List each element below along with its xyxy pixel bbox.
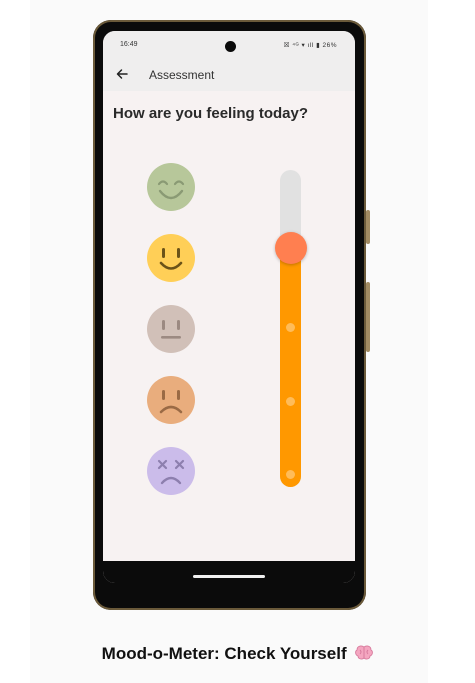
caption: Mood-o-Meter: Check Yourself [0,644,475,664]
brain-icon [355,645,374,660]
caption-text: Mood-o-Meter: Check Yourself [101,644,347,663]
status-icons: ☒ ⁴ᴳ ▾ ıll ▮ 26% [283,42,337,49]
status-bar: 16:49 ☒ ⁴ᴳ ▾ ıll ▮ 26% [103,31,355,61]
mood-slider-fill [280,240,301,487]
sad-face-icon[interactable] [147,376,195,424]
app-bar: Assessment [103,61,355,91]
status-time: 16:49 [120,41,138,48]
power-button [366,282,370,352]
question-heading: How are you feeling today? [113,105,309,122]
page-title: Assessment [149,68,215,82]
very-sad-face-icon[interactable] [147,447,195,495]
slider-step-dot [286,470,295,479]
mood-slider-track[interactable] [280,170,301,487]
mood-slider-thumb[interactable] [275,232,307,264]
neutral-face-icon[interactable] [147,305,195,353]
camera-hole [225,41,236,52]
slider-step-dot [286,397,295,406]
volume-button [366,210,370,244]
navigation-bar [103,561,355,583]
phone-screen: 16:49 ☒ ⁴ᴳ ▾ ıll ▮ 26% Assessment How ar… [103,31,355,583]
arrow-left-icon[interactable] [115,67,129,81]
slider-step-dot [286,323,295,332]
happy-face-icon[interactable] [147,234,195,282]
very-happy-face-icon[interactable] [147,163,195,211]
home-indicator[interactable] [193,575,265,578]
